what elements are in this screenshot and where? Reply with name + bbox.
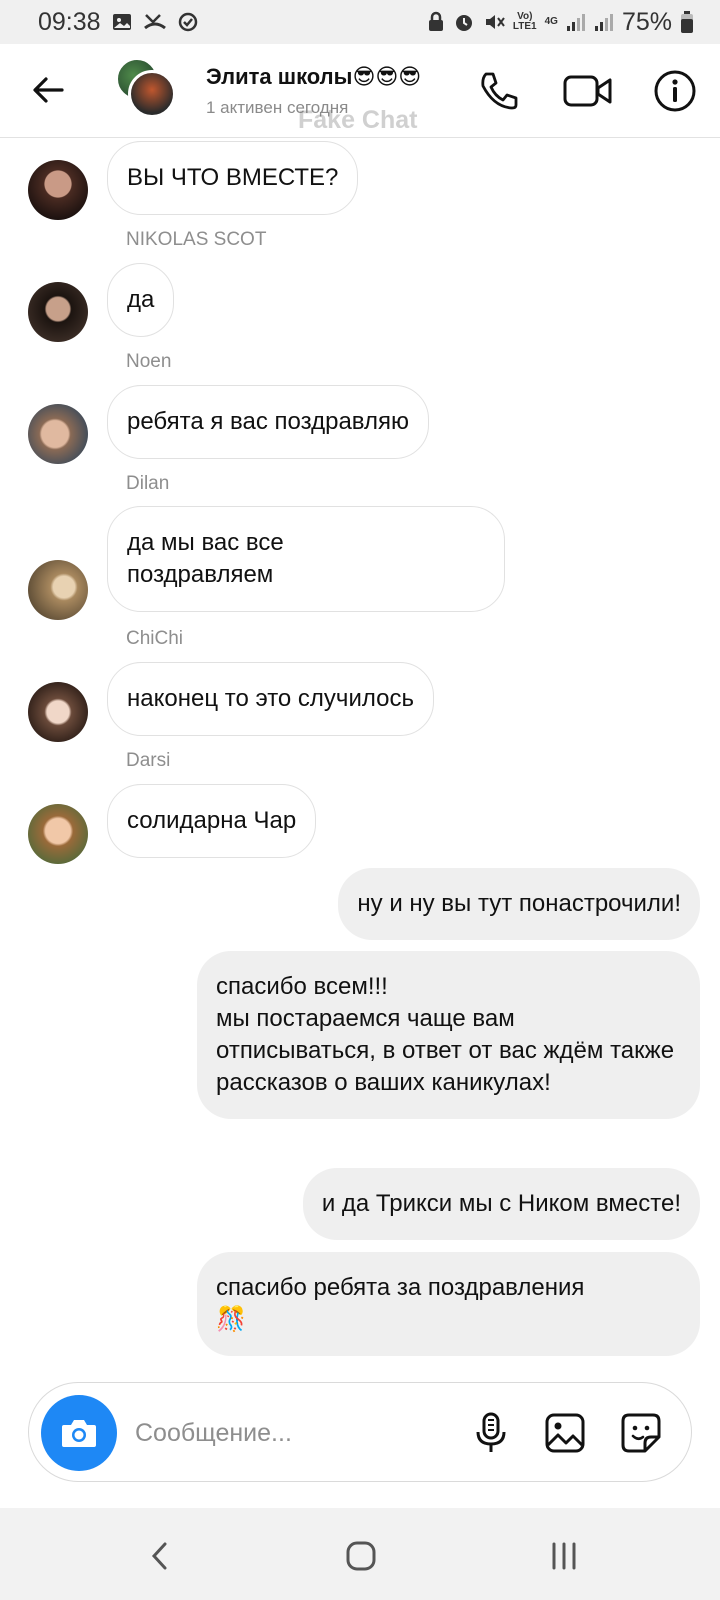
lock-icon <box>427 11 445 33</box>
chat-title[interactable]: Элита школы😎😎😎 <box>206 64 421 90</box>
gallery-notification-icon <box>111 11 133 33</box>
incoming-message[interactable]: наконец то это случилось <box>107 662 434 736</box>
incoming-message[interactable]: да мы вас все поздравляем <box>107 506 505 612</box>
sender-name: ChiChi <box>126 628 184 649</box>
video-camera-icon <box>563 75 612 107</box>
voice-call-button[interactable] <box>476 68 522 114</box>
sender-avatar[interactable] <box>28 682 88 742</box>
incoming-message[interactable]: да <box>107 263 175 337</box>
sender-name: Darsi <box>126 750 171 771</box>
signal-strength-icon <box>566 11 586 33</box>
microphone-icon <box>476 1412 506 1452</box>
nav-back-icon <box>151 1542 167 1570</box>
outgoing-message[interactable]: спасибо ребята за поздравления 🎊 <box>197 1252 700 1356</box>
incoming-message[interactable]: солидарна Чар <box>107 784 317 858</box>
sender-name: Dilan <box>126 473 170 494</box>
outgoing-message[interactable]: спасибо всем!!! мы постараемся чаще вам … <box>197 951 700 1119</box>
sender-name: Noen <box>126 351 172 372</box>
camera-button[interactable] <box>41 1395 117 1471</box>
incoming-message[interactable]: ВЫ ЧТО ВМЕСТЕ? <box>107 141 359 215</box>
sender-avatar[interactable] <box>28 282 88 342</box>
outgoing-message[interactable]: и да Трикси мы с Ником вместе! <box>302 1168 700 1240</box>
nav-recents-icon <box>552 1542 576 1570</box>
status-bar: 09:38 Vo) LTE1 4G 75% <box>0 0 720 44</box>
volte-indicator: Vo) LTE1 <box>512 11 537 32</box>
group-avatar[interactable] <box>116 58 178 120</box>
camera-icon <box>62 1420 96 1447</box>
sender-avatar[interactable] <box>28 804 88 864</box>
sticker-button[interactable] <box>619 1411 663 1455</box>
sender-avatar[interactable] <box>28 560 88 620</box>
info-icon <box>654 70 696 112</box>
system-nav-bar <box>0 1508 720 1600</box>
group-avatar-front <box>128 70 176 118</box>
back-arrow-icon <box>33 77 64 103</box>
image-icon <box>545 1413 585 1453</box>
sender-avatar[interactable] <box>28 160 88 220</box>
sender-avatar[interactable] <box>28 404 88 464</box>
chat-info-button[interactable] <box>652 68 698 114</box>
battery-percent: 75% <box>621 7 672 36</box>
message-input[interactable] <box>135 1413 435 1453</box>
sync-notification-icon <box>177 11 199 33</box>
incoming-message[interactable]: ребята я вас поздравляю <box>107 385 429 459</box>
nav-back-button[interactable] <box>140 1536 180 1576</box>
signal-strength-2-icon <box>594 11 614 33</box>
video-call-button[interactable] <box>562 68 614 114</box>
battery-icon <box>680 10 694 34</box>
back-button[interactable] <box>28 70 68 110</box>
mute-icon <box>483 11 505 33</box>
outgoing-message[interactable]: ну и ну вы тут понастрочили! <box>338 868 700 940</box>
gallery-button[interactable] <box>543 1411 587 1455</box>
missed-call-icon <box>143 11 167 33</box>
status-time: 09:38 <box>38 7 101 36</box>
voice-message-button[interactable] <box>469 1411 513 1455</box>
network-4g-indicator: 4G <box>544 16 558 27</box>
nav-home-button[interactable] <box>341 1536 381 1576</box>
nav-home-icon <box>346 1541 376 1571</box>
alarm-icon <box>453 11 475 33</box>
phone-icon <box>481 72 518 110</box>
watermark: Fake Chat <box>298 106 418 134</box>
message-composer <box>28 1382 692 1482</box>
chat-header: Элита школы😎😎😎 1 активен сегодня Fake Ch… <box>0 44 720 138</box>
sender-name: NIKOLAS SCOT <box>126 229 267 250</box>
nav-recents-button[interactable] <box>544 1536 584 1576</box>
sticker-icon <box>621 1413 661 1453</box>
